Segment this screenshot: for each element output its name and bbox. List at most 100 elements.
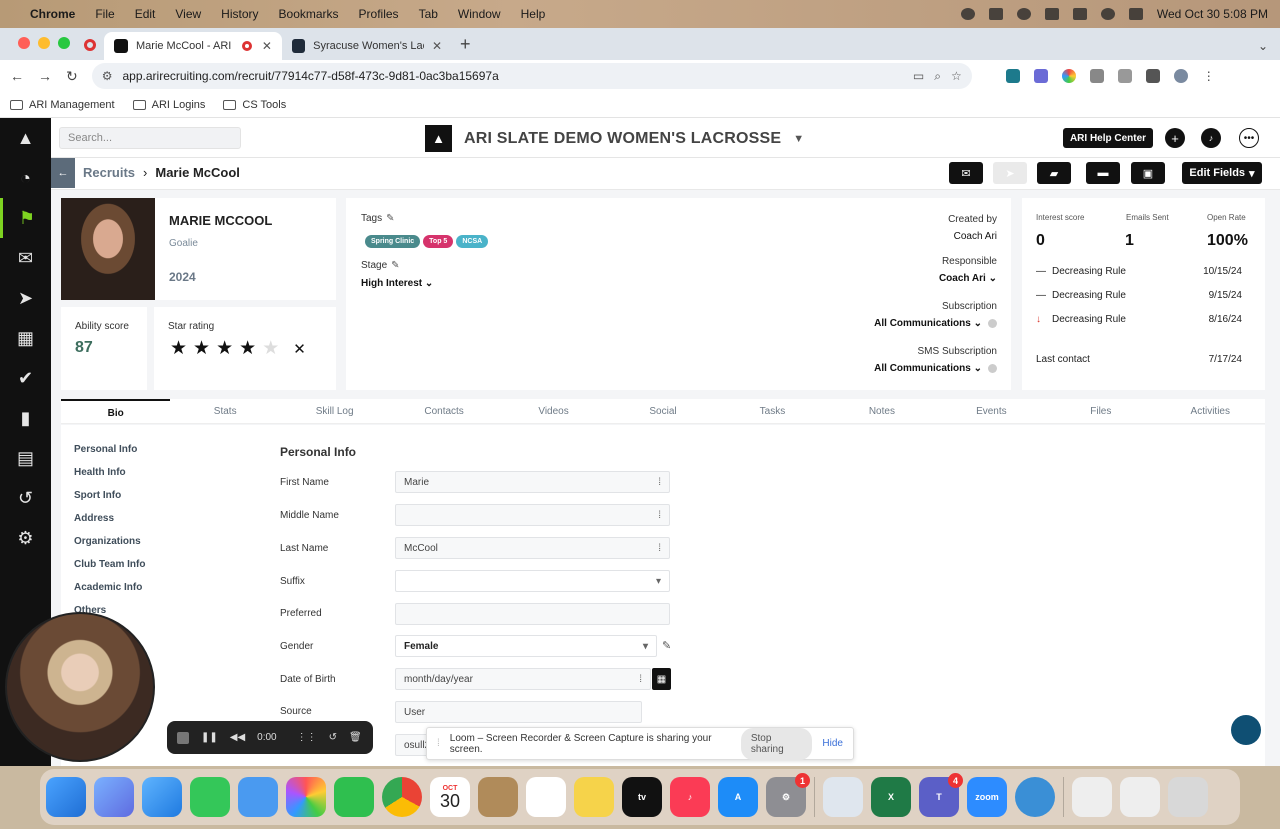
side-panel-icon[interactable] bbox=[1145, 69, 1160, 83]
field-menu-icon[interactable]: ⁞ bbox=[658, 510, 661, 521]
clipboard-icon[interactable]: ▤ bbox=[0, 438, 51, 478]
folder-button[interactable]: ▬ bbox=[1086, 162, 1120, 184]
preview-icon[interactable] bbox=[823, 777, 863, 817]
extension-gear-icon[interactable] bbox=[1033, 69, 1048, 83]
wifi-icon[interactable] bbox=[1072, 8, 1087, 20]
tab-bio[interactable]: Bio bbox=[61, 399, 171, 423]
subscription-dropdown[interactable]: All Communications ⌄ bbox=[797, 318, 997, 329]
menu-file[interactable]: File bbox=[95, 7, 114, 21]
side-menu-club-team-info[interactable]: Club Team Info bbox=[74, 559, 145, 570]
menu-bookmarks[interactable]: Bookmarks bbox=[279, 7, 339, 21]
zoom-app-icon[interactable]: zoom bbox=[967, 777, 1007, 817]
star-filled-icon[interactable]: ★ bbox=[193, 337, 210, 360]
send-icon[interactable]: ➤ bbox=[0, 278, 51, 318]
facetime-icon[interactable] bbox=[334, 777, 374, 817]
sms-subscription-dropdown[interactable]: All Communications ⌄ bbox=[797, 363, 997, 374]
stage-dropdown[interactable]: High Interest ⌄ bbox=[361, 278, 433, 289]
forward-arrow-icon[interactable]: → bbox=[38, 68, 52, 84]
team-selector[interactable]: ▲ ARI SLATE DEMO WOMEN'S LACROSSE ▼ bbox=[425, 125, 804, 152]
trash-icon[interactable]: 🗑 bbox=[349, 732, 362, 743]
mail-icon[interactable]: ✉ bbox=[0, 238, 51, 278]
spotlight-icon[interactable] bbox=[1100, 8, 1115, 20]
history-icon[interactable]: ↺ bbox=[0, 478, 51, 518]
star-filled-icon[interactable]: ★ bbox=[170, 337, 187, 360]
mail-app-icon[interactable] bbox=[238, 777, 278, 817]
last-name-field[interactable]: McCool ⁞ bbox=[395, 537, 670, 559]
side-menu-organizations[interactable]: Organizations bbox=[74, 536, 141, 547]
dashboard-gauge-icon[interactable]: ◔ bbox=[0, 158, 51, 198]
notification-bell-icon[interactable]: ♪ bbox=[1201, 128, 1221, 148]
side-menu-address[interactable]: Address bbox=[74, 513, 114, 524]
chrome-icon[interactable] bbox=[382, 777, 422, 817]
recruits-runner-icon[interactable]: ⚑ bbox=[0, 198, 51, 238]
extensions-puzzle-icon[interactable] bbox=[1117, 69, 1132, 83]
tab-notes[interactable]: Notes bbox=[827, 399, 936, 423]
tab-events[interactable]: Events bbox=[937, 399, 1046, 423]
ari-logo-icon[interactable]: ▲ bbox=[0, 118, 51, 158]
archive-button[interactable]: ▣ bbox=[1131, 162, 1165, 184]
document-stack-icon[interactable] bbox=[1072, 777, 1112, 817]
field-menu-icon[interactable]: ⁞ bbox=[639, 674, 642, 685]
photos-icon[interactable] bbox=[286, 777, 326, 817]
calendar-icon[interactable]: ▦ bbox=[0, 318, 51, 358]
bookmark-folder[interactable]: ARI Logins bbox=[132, 99, 205, 111]
drag-grip-icon[interactable]: ⁞ bbox=[437, 738, 440, 749]
breadcrumb-recruits[interactable]: Recruits bbox=[83, 165, 135, 180]
tab-contacts[interactable]: Contacts bbox=[389, 399, 498, 423]
side-menu-academic-info[interactable]: Academic Info bbox=[74, 582, 142, 593]
edit-gender-pencil-icon[interactable]: ✎ bbox=[662, 639, 671, 652]
extension-code-icon[interactable] bbox=[1089, 69, 1104, 83]
teams-icon[interactable]: T4 bbox=[919, 773, 963, 817]
star-empty-icon[interactable]: ★ bbox=[262, 337, 279, 360]
calendar-picker-icon[interactable]: ▦ bbox=[652, 668, 671, 690]
drag-handle-icon[interactable]: ⋮⋮ bbox=[297, 732, 317, 743]
menu-help[interactable]: Help bbox=[521, 7, 546, 21]
back-button[interactable]: ← bbox=[51, 158, 75, 188]
back-arrow-icon[interactable]: ← bbox=[10, 68, 24, 84]
suffix-select[interactable]: ▾ bbox=[395, 570, 670, 592]
launchpad-icon[interactable] bbox=[94, 777, 134, 817]
search-input[interactable]: Search... bbox=[59, 127, 241, 149]
app-store-icon[interactable]: A bbox=[718, 777, 758, 817]
hide-button[interactable]: Hide bbox=[822, 738, 843, 749]
source-field[interactable]: User bbox=[395, 701, 642, 723]
dob-field[interactable]: month/day/year ⁞ bbox=[395, 668, 651, 690]
tab-activities[interactable]: Activities bbox=[1156, 399, 1265, 423]
tab-search-chevron-icon[interactable]: ⌄ bbox=[1258, 39, 1268, 53]
tab-tasks[interactable]: Tasks bbox=[718, 399, 827, 423]
tag-badge[interactable]: NCSA bbox=[456, 235, 489, 248]
webcam-bubble[interactable] bbox=[5, 612, 155, 762]
star-filled-icon[interactable]: ★ bbox=[216, 337, 233, 360]
message-button[interactable]: ▰ bbox=[1037, 162, 1071, 184]
email-button[interactable]: ✉ bbox=[949, 162, 983, 184]
menu-view[interactable]: View bbox=[175, 7, 201, 21]
profile-avatar-icon[interactable] bbox=[1173, 69, 1188, 83]
battery-icon[interactable] bbox=[1044, 8, 1059, 20]
browser-tab[interactable]: Syracuse Women's Lacrosse ✕ bbox=[282, 32, 452, 60]
moon-icon[interactable] bbox=[988, 8, 1003, 20]
menu-history[interactable]: History bbox=[221, 7, 258, 21]
site-settings-icon[interactable]: ⚙ bbox=[102, 69, 113, 83]
extension-color-icon[interactable] bbox=[1061, 69, 1076, 83]
zoom-window-button[interactable] bbox=[58, 37, 70, 49]
menu-edit[interactable]: Edit bbox=[135, 7, 156, 21]
settings-gear-icon[interactable]: ⚙ bbox=[0, 518, 51, 558]
first-name-field[interactable]: Marie ⁞ bbox=[395, 471, 670, 493]
stop-sharing-button[interactable]: Stop sharing bbox=[740, 727, 813, 760]
play-icon[interactable] bbox=[1016, 8, 1031, 20]
finder-icon[interactable] bbox=[46, 777, 86, 817]
control-center-icon[interactable] bbox=[1128, 8, 1143, 20]
appletv-icon[interactable]: tv bbox=[622, 777, 662, 817]
screenshot-stack-icon[interactable] bbox=[1120, 777, 1160, 817]
browser-tab-active[interactable]: Marie McCool - ARI ✕ bbox=[104, 32, 282, 60]
rewind-icon[interactable]: ◀◀ bbox=[230, 732, 245, 743]
info-icon[interactable] bbox=[988, 318, 997, 328]
chat-support-icon[interactable] bbox=[1231, 715, 1261, 745]
reminders-icon[interactable] bbox=[526, 777, 566, 817]
tab-stats[interactable]: Stats bbox=[170, 399, 279, 423]
tag-badge[interactable]: Spring Clinic bbox=[365, 235, 421, 248]
add-plus-icon[interactable]: + bbox=[1165, 128, 1185, 148]
cast-icon[interactable]: ▭ bbox=[913, 69, 924, 83]
responsible-dropdown[interactable]: Coach Ari ⌄ bbox=[797, 273, 997, 284]
trash-bin-icon[interactable] bbox=[1168, 777, 1208, 817]
